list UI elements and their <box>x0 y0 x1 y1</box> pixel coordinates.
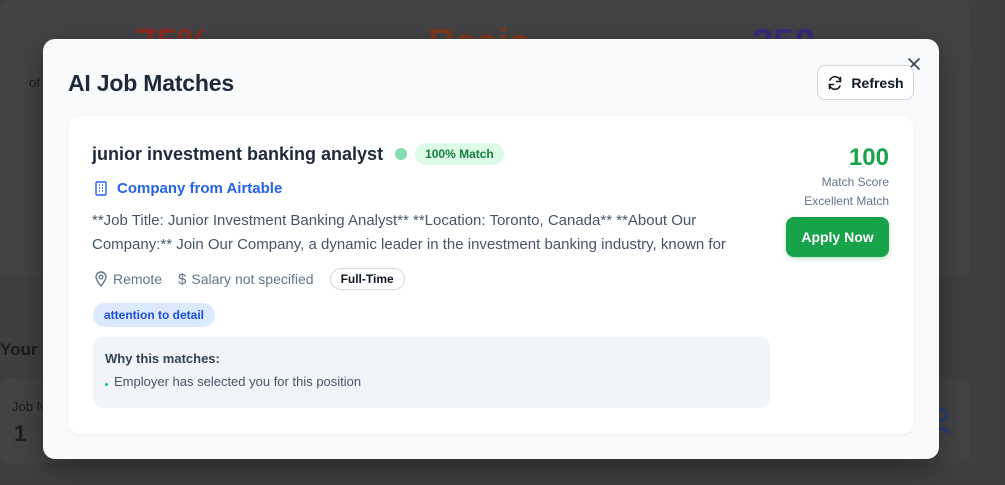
match-score-value: 100 <box>848 144 889 171</box>
location-text: Remote <box>113 271 163 287</box>
company-link[interactable]: Company from Airtable <box>94 180 282 197</box>
map-pin-icon <box>95 271 107 287</box>
building-icon <box>95 181 107 196</box>
location-meta: Remote <box>94 271 162 287</box>
refresh-button[interactable]: Refresh <box>817 65 914 100</box>
dollar-icon: $ <box>178 270 187 288</box>
job-title-row: junior investment banking analyst 100% M… <box>92 143 504 165</box>
background-job-count: 1 <box>14 421 27 446</box>
match-score-column: 100 Match Score Excellent Match <box>804 144 889 209</box>
description-line-1: **Job Title: Junior Investment Banking A… <box>92 212 697 229</box>
job-meta-row: Remote $ Salary not specified Full-Time <box>94 268 405 290</box>
bullet-icon <box>105 383 108 386</box>
skill-chip: attention to detail <box>93 303 215 327</box>
refresh-icon <box>829 75 842 90</box>
job-match-card: junior investment banking analyst 100% M… <box>68 116 914 434</box>
description-line-2: Company:** Join Our Company, a dynamic l… <box>92 236 726 253</box>
background-caption: of <box>29 75 40 90</box>
salary-meta: $ Salary not specified <box>178 271 314 288</box>
company-name: Company from Airtable <box>117 180 283 197</box>
why-matches-box: Why this matches: Employer has selected … <box>93 337 770 408</box>
job-title: junior investment banking analyst <box>92 143 384 164</box>
refresh-label: Refresh <box>851 74 904 91</box>
match-badge: 100% Match <box>415 143 504 165</box>
background-job-label: Job N <box>12 399 46 414</box>
why-matches-reason: Employer has selected you for this posit… <box>105 374 758 389</box>
status-dot <box>395 148 408 160</box>
modal-title: AI Job Matches <box>68 70 234 96</box>
ai-job-matches-modal: AI Job Matches Refresh junior investment… <box>43 39 939 459</box>
reason-text: Employer has selected you for this posit… <box>114 374 362 389</box>
match-quality-label: Excellent Match <box>804 194 889 208</box>
salary-text: Salary not specified <box>191 271 314 287</box>
why-matches-title: Why this matches: <box>105 351 220 366</box>
employment-type-chip: Full-Time <box>329 268 405 290</box>
apply-now-button[interactable]: Apply Now <box>786 217 889 257</box>
match-score-label: Match Score <box>821 175 889 189</box>
job-description: **Job Title: Junior Investment Banking A… <box>92 209 772 257</box>
